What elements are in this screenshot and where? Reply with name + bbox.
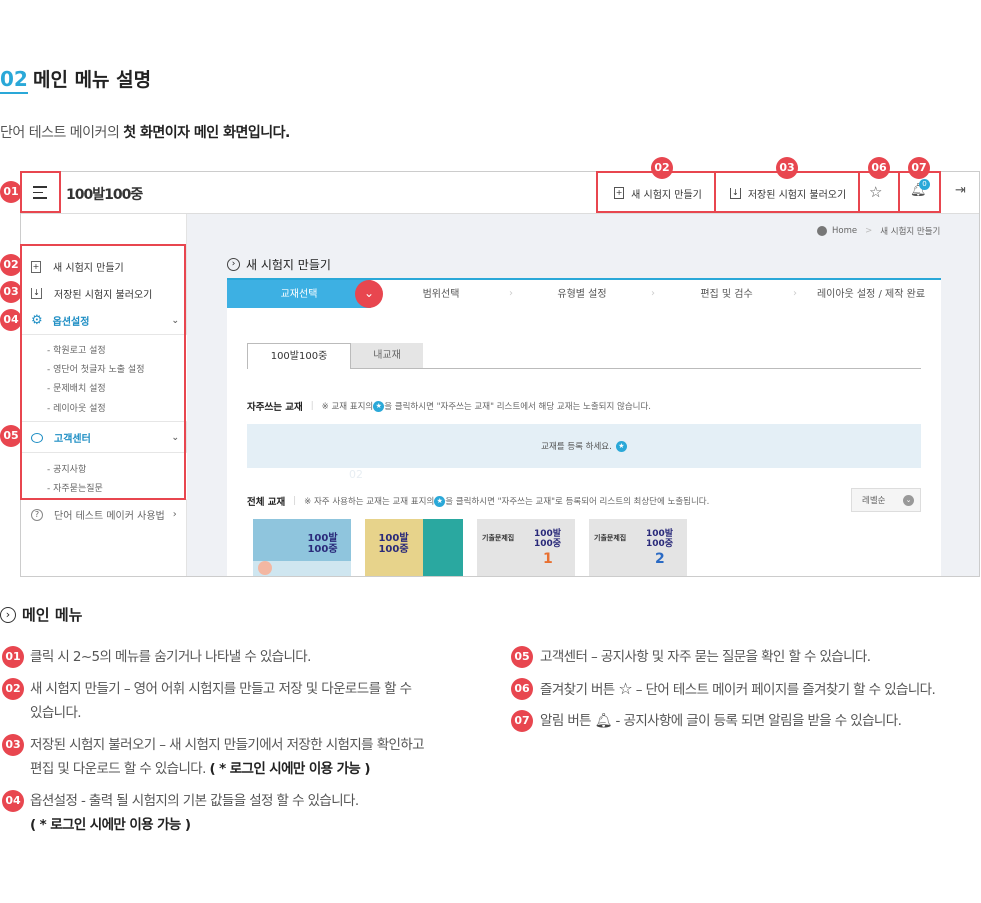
book-title: 100발100중	[533, 529, 562, 549]
book-number: 1	[543, 551, 553, 567]
star-icon: ☆	[618, 679, 633, 698]
desc-badge: 05	[511, 646, 533, 668]
callout-badge: 03	[776, 157, 798, 179]
tab-100[interactable]: 100발100중	[247, 343, 351, 369]
callout-badge: 05	[0, 425, 22, 447]
tab-underline	[351, 368, 921, 369]
highlight-hamburger	[20, 171, 61, 213]
desc-item: 클릭 시 2~5의 메뉴를 숨기거나 나타낼 수 있습니다.	[30, 649, 311, 665]
desc-item: 저장된 시험지 불러오기 – 새 시험지 만들기에서 저장한 시험지를 확인하고…	[30, 737, 425, 777]
desc-item: 옵션설정 - 출력 될 시험지의 기본 값들을 설정 할 수 있습니다.( * …	[30, 793, 359, 833]
tab-my-books[interactable]: 내교재	[351, 343, 423, 369]
breadcrumb: Home > 새 시험지 만들기	[817, 225, 940, 237]
book-cover[interactable]: 기출문제집 100발100중 2	[589, 519, 687, 576]
star-badge-icon: ★	[434, 495, 446, 507]
bell-icon: 🔔︎	[594, 713, 613, 729]
chevron-right-icon: ›	[651, 288, 655, 299]
callout-badge: 02	[651, 157, 673, 179]
help-icon: ?	[31, 508, 43, 521]
desc-badge: 07	[511, 710, 533, 732]
desc-item: 새 시험지 만들기 – 영어 어휘 시험지를 만들고 저장 및 다운로드를 할 …	[30, 681, 412, 721]
chevron-down-icon: ⌄	[903, 494, 914, 506]
desc-item: 즐겨찾기 버튼 ☆ – 단어 테스트 메이커 페이지를 즐겨찾기 할 수 있습니…	[540, 679, 936, 698]
desc-item: 고객센터 – 공지사항 및 자주 묻는 질문을 확인 할 수 있습니다.	[540, 649, 871, 665]
intro-text: 단어 테스트 메이커의 첫 화면이자 메인 화면입니다.	[0, 125, 290, 141]
section-number: 02	[0, 66, 28, 94]
circle-chevron-icon: ›	[227, 258, 240, 271]
freq-header: 자주쓰는 교재 | ※ 교재 표지의 ★ 을 클릭하시면 "자주쓰는 교재" 리스트…	[247, 400, 652, 413]
desc-badge: 03	[2, 734, 24, 756]
register-box: 교재를 등록 하세요. ★	[247, 424, 921, 468]
callout-badge: 02	[0, 254, 22, 276]
intro-bold: 첫 화면이자 메인 화면입니다.	[123, 125, 290, 141]
desc-badge: 02	[2, 678, 24, 700]
chevron-right-icon: ›	[793, 288, 797, 299]
book-title: 100발100중	[307, 533, 338, 555]
menu-heading: › 메인 메뉴	[0, 604, 82, 625]
step-active[interactable]: 교재선택	[227, 280, 371, 310]
book-cover[interactable]: 기출문제집 100발100중 1	[477, 519, 575, 576]
desc-item: 알림 버튼 🔔︎ - 공지사항에 글이 등록 되면 알림을 받을 수 있습니다.	[540, 713, 902, 729]
faded-label: 02	[349, 468, 363, 481]
book-number: 2	[655, 551, 665, 567]
desc-badge: 06	[511, 678, 533, 700]
freq-title: 자주쓰는 교재	[247, 402, 303, 413]
all-header: 전체 교재 | ※ 자주 사용하는 교재는 교재 표지의 ★ 을 클릭하시면 "자주…	[247, 495, 710, 508]
step[interactable]: 유형별 설정	[517, 280, 647, 310]
step[interactable]: 편집 및 검수	[659, 280, 794, 310]
callout-badge: 03	[0, 281, 22, 303]
callout-badge: 07	[908, 157, 930, 179]
home-icon	[817, 226, 827, 236]
callout-badge: 01	[0, 181, 22, 203]
book-title: 100발100중	[645, 529, 674, 549]
step-bar: 교재선택 ⌄ 범위선택 › 유형별 설정 › 편집 및 검수 › 레이아웃 설정…	[227, 278, 941, 310]
desc-badge: 04	[2, 790, 24, 812]
desc-badge: 01	[2, 646, 24, 668]
book-cover[interactable]: 100발100중	[365, 519, 463, 576]
step[interactable]: 레이아웃 설정 / 제작 완료	[801, 280, 941, 310]
chevron-right-icon: ›	[172, 509, 177, 520]
book-subtitle: 기출문제집	[482, 534, 515, 542]
book-cover[interactable]: 100발100중	[253, 519, 351, 576]
callout-badge: 06	[868, 157, 890, 179]
breadcrumb-current: 새 시험지 만들기	[880, 227, 941, 237]
page-title: › 새 시험지 만들기	[227, 256, 331, 273]
sort-select[interactable]: 레벨순 ⌄	[851, 488, 921, 512]
star-badge-icon: ★	[615, 440, 627, 452]
callout-badge: 04	[0, 309, 22, 331]
star-badge-icon: ★	[373, 400, 385, 412]
logout-icon[interactable]: ⇥	[955, 183, 966, 198]
logo[interactable]: 100발100중	[66, 184, 143, 204]
section-title: 메인 메뉴 설명	[33, 69, 152, 91]
book-title: 100발100중	[378, 533, 409, 555]
book-subtitle: 기출문제집	[594, 534, 627, 542]
breadcrumb-home[interactable]: Home	[832, 226, 857, 236]
circle-chevron-icon: ›	[0, 606, 16, 623]
chevron-right-icon: ›	[509, 288, 513, 299]
sidebar-item-howto[interactable]: ? 단어 테스트 메이커 사용법 ›	[31, 507, 177, 522]
all-title: 전체 교재	[247, 497, 286, 508]
step[interactable]: 범위선택	[371, 280, 511, 310]
highlight-sidebar	[20, 244, 186, 500]
